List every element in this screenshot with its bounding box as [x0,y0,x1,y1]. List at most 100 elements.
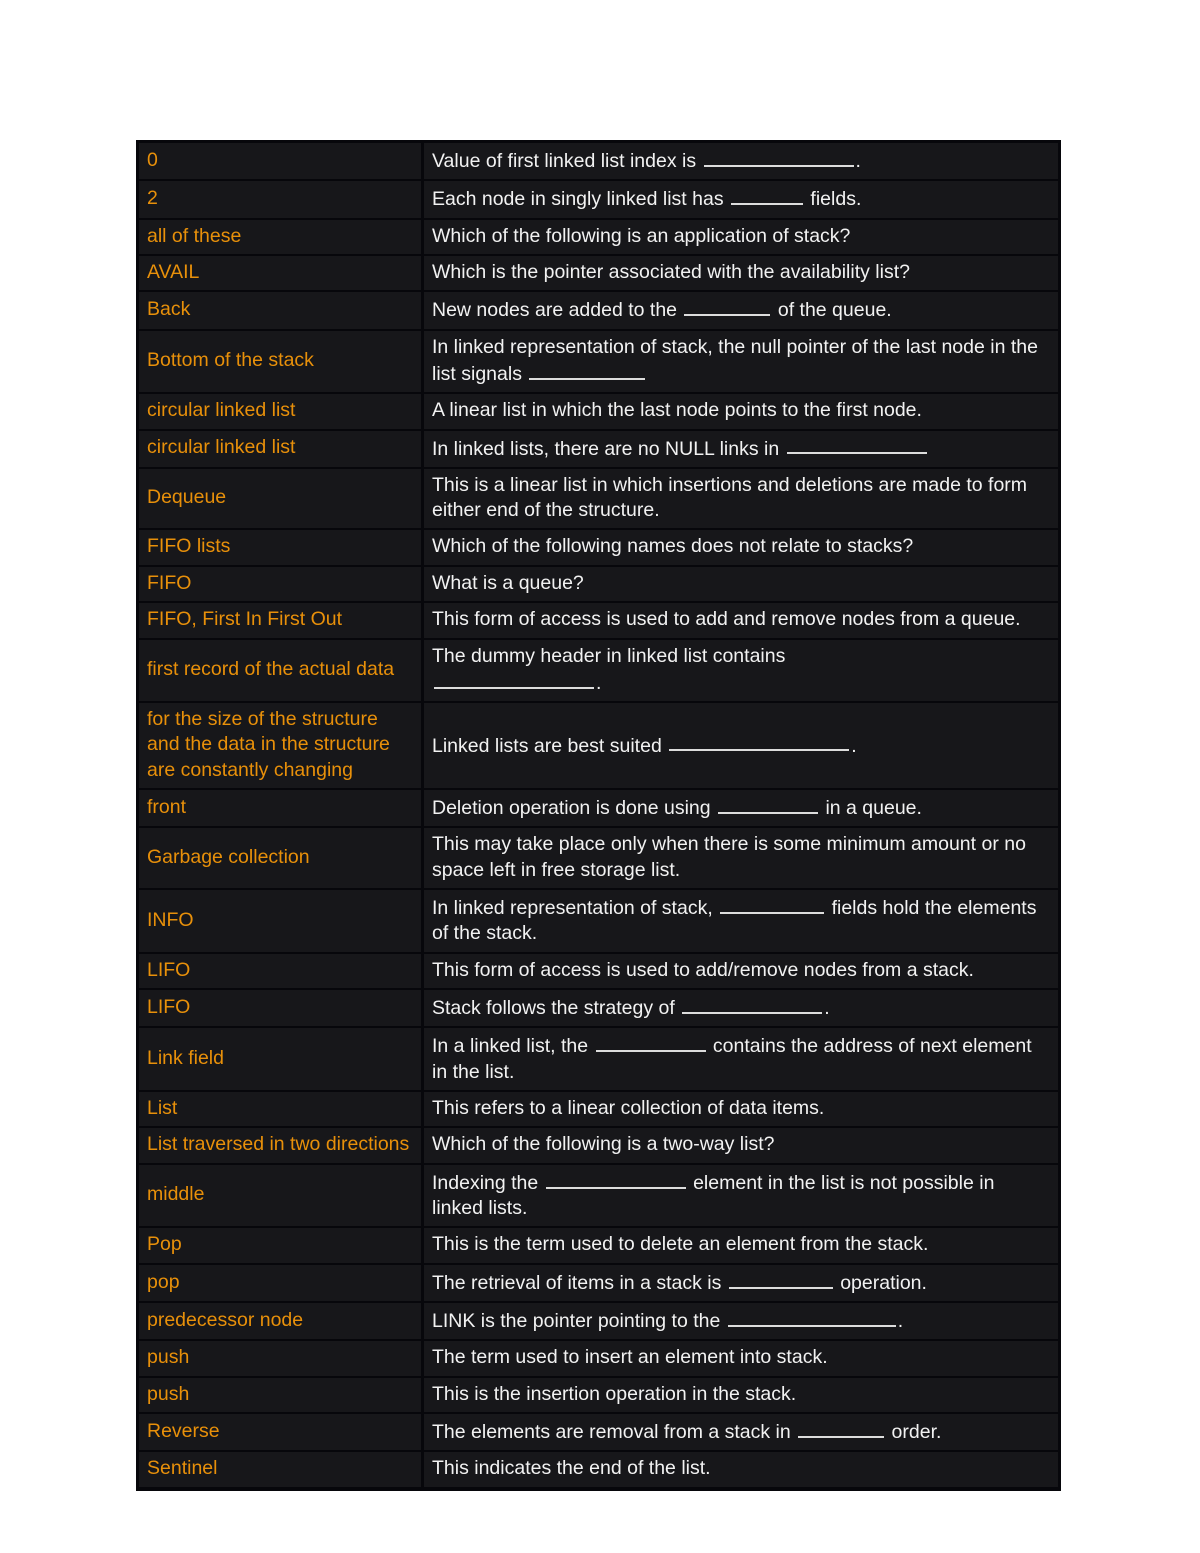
term-cell: List traversed in two directions [136,1126,424,1165]
definition-cell: Each node in singly linked list has fiel… [421,179,1061,220]
table-row: AVAIL Which is the pointer associated wit… [136,253,1061,293]
table-row: FIFO, First In First Out This form of acc… [136,601,1061,640]
term-cell: AVAIL [136,253,424,293]
definition-cell: Value of first linked list index is . [421,140,1061,182]
fill-in-blank [434,669,594,689]
definition-cell: This indicates the end of the list. [421,1450,1061,1491]
term-cell: Bottom of the stack [136,328,424,395]
term-cell: predecessor node [136,1300,424,1342]
table-row: Garbage collection This may take place on… [136,826,1061,891]
term-cell: all of these [136,217,424,256]
table-row: Dequeue This is a linear list in which in… [136,466,1061,531]
fill-in-blank [529,360,646,380]
fill-in-blank [727,1307,896,1327]
table-row: Bottom of the stack In linked representat… [136,328,1061,395]
table-row: all of these Which of the following is an… [136,217,1061,256]
definition-cell: This refers to a linear collection of da… [421,1089,1061,1129]
definition-cell: In linked representation of stack, the n… [421,328,1061,395]
definition-cell: Which of the following names does not re… [421,528,1061,567]
definition-cell: Indexing the element in the list is not … [421,1162,1061,1229]
definition-cell: New nodes are added to the of the queue. [421,290,1061,331]
table-row: LIFO Stack follows the strategy of . [136,988,1061,1029]
fill-in-blank [718,794,819,815]
definition-cell: The elements are removal from a stack in… [421,1411,1061,1453]
term-cell: middle [136,1162,424,1229]
definition-cell: In a linked list, the contains the addre… [421,1026,1061,1092]
fill-in-blank [669,732,850,752]
page-canvas: 0 Value of first linked list index is .2E… [0,0,1200,1553]
fill-in-blank [786,435,927,455]
term-cell: Pop [136,1226,424,1265]
term-cell: FIFO, First In First Out [136,601,424,640]
table-row: Back New nodes are added to the of the qu… [136,290,1061,331]
term-cell: 0 [136,140,424,182]
terms-definitions-table: 0 Value of first linked list index is .2E… [136,140,1061,1491]
table-row: FIFO What is a queue? [136,564,1061,604]
definition-cell: What is a queue? [421,564,1061,604]
term-cell: Reverse [136,1411,424,1453]
table-row: front Deletion operation is done using in… [136,788,1061,829]
definition-cell: The dummy header in linked list contains… [421,637,1061,704]
term-cell: Dequeue [136,466,424,531]
table-row: push The term used to insert an element i… [136,1339,1061,1378]
definition-cell: Which of the following is a two-way list… [421,1126,1061,1165]
term-cell: Sentinel [136,1450,424,1491]
term-cell: first record of the actual data [136,637,424,704]
definition-cell: This form of access is used to add and r… [421,601,1061,640]
table-row: 2 Each node in singly linked list has fie… [136,179,1061,220]
definition-cell: The term used to insert an element into … [421,1339,1061,1378]
fill-in-blank [728,1269,833,1289]
term-cell: push [136,1375,424,1414]
term-cell: circular linked list [136,392,424,431]
definition-cell: Deletion operation is done using in a qu… [421,788,1061,829]
term-cell: LIFO [136,951,424,991]
table-row: Reverse The elements are removal from a s… [136,1411,1061,1453]
table-row: INFO In linked representation of stack, f… [136,888,1061,954]
table-row: List traversed in two directions Which of… [136,1126,1061,1165]
term-cell: pop [136,1262,424,1303]
fill-in-blank [720,894,825,915]
term-cell: push [136,1339,424,1378]
definition-cell: Stack follows the strategy of . [421,988,1061,1029]
definition-cell: This is the insertion operation in the s… [421,1375,1061,1414]
table-row: push This is the insertion operation in t… [136,1375,1061,1414]
term-cell: Garbage collection [136,826,424,891]
table-body: 0 Value of first linked list index is .2E… [136,140,1061,1491]
fill-in-blank [684,296,771,317]
table-row: predecessor node LINK is the pointer poin… [136,1300,1061,1342]
table-row: first record of the actual data The dummy… [136,637,1061,704]
term-cell: circular linked list [136,428,424,469]
term-cell: for the size of the structure and the da… [136,701,424,791]
fill-in-blank [703,147,854,167]
term-cell: LIFO [136,988,424,1029]
definition-cell: Which of the following is an application… [421,217,1061,256]
term-cell: Link field [136,1026,424,1092]
fill-in-blank [682,994,823,1015]
definition-cell: This form of access is used to add/remov… [421,951,1061,991]
table-row: circular linked list In linked lists, the… [136,428,1061,469]
term-cell: FIFO [136,564,424,604]
table-row: LIFO This form of access is used to add/r… [136,951,1061,991]
term-cell: List [136,1089,424,1129]
table-row: for the size of the structure and the da… [136,701,1061,791]
table-row: 0 Value of first linked list index is . [136,140,1061,182]
definition-cell: This may take place only when there is s… [421,826,1061,891]
table-row: pop The retrieval of items in a stack is … [136,1262,1061,1303]
definition-cell: The retrieval of items in a stack is ope… [421,1262,1061,1303]
term-cell: 2 [136,179,424,220]
fill-in-blank [731,185,804,206]
table-row: Pop This is the term used to delete an el… [136,1226,1061,1265]
term-cell: front [136,788,424,829]
fill-in-blank [798,1418,885,1438]
definition-cell: In linked representation of stack, field… [421,888,1061,954]
table-row: circular linked list A linear list in whi… [136,392,1061,431]
definition-cell: In linked lists, there are no NULL links… [421,428,1061,469]
table-row: Sentinel This indicates the end of the li… [136,1450,1061,1491]
definition-cell: A linear list in which the last node poi… [421,392,1061,431]
fill-in-blank [595,1032,706,1053]
definition-cell: Which is the pointer associated with the… [421,253,1061,293]
definition-cell: This is a linear list in which insertion… [421,466,1061,531]
table-row: Link field In a linked list, the contains… [136,1026,1061,1092]
definition-cell: This is the term used to delete an eleme… [421,1226,1061,1265]
fill-in-blank [545,1169,686,1189]
